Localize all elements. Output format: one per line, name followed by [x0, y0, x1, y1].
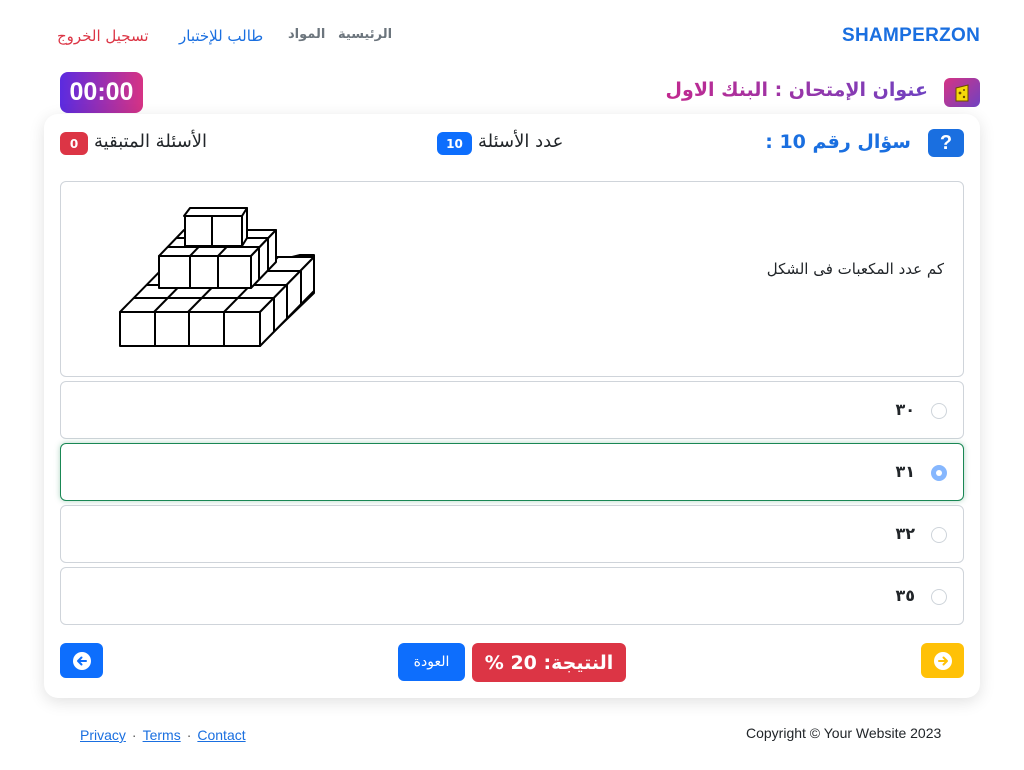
questions-count-label: عدد الأسئلة: [478, 131, 564, 152]
arrow-right-circle-icon: [933, 651, 952, 670]
answer-option-label: ٣٢: [895, 524, 915, 543]
brand-logo[interactable]: SHAMPERZON: [842, 25, 980, 47]
next-question-button[interactable]: [921, 643, 964, 678]
nav-link-subjects[interactable]: المواد: [288, 27, 325, 42]
answer-radio[interactable]: [931, 527, 947, 543]
remaining-count-badge: 0: [60, 132, 88, 155]
question-text: كم عدد المكعبات فى الشكل: [766, 260, 944, 278]
previous-question-button[interactable]: [60, 643, 103, 678]
logout-link[interactable]: تسجيل الخروج: [57, 27, 149, 45]
footer-separator: ·: [131, 727, 137, 743]
terms-link[interactable]: Terms: [143, 727, 181, 743]
cubes-pyramid-image: [119, 207, 315, 347]
footer-links: Privacy · Terms · Contact: [80, 727, 246, 743]
exam-timer: 00:00: [60, 72, 143, 113]
score-badge: النتيجة: 20 %: [472, 643, 626, 682]
answer-radio[interactable]: [931, 403, 947, 419]
exam-title: عنوان الإمتحان : البنك الاول: [665, 79, 928, 101]
nav-link-student[interactable]: طالب للإختبار: [179, 27, 263, 45]
answer-option-1[interactable]: ٣٠: [60, 381, 964, 439]
footer-separator: ·: [186, 727, 192, 743]
copyright-text: Copyright © Your Website 2023: [746, 725, 942, 741]
answer-option-label: ٣٥: [895, 586, 915, 605]
answer-option-label: ٣١: [895, 462, 915, 481]
exam-cheese-icon: [944, 78, 980, 107]
arrow-left-circle-icon: [72, 651, 91, 670]
questions-count-badge: 10: [437, 132, 472, 155]
privacy-link[interactable]: Privacy: [80, 727, 126, 743]
answer-radio[interactable]: [931, 589, 947, 605]
question-number: سؤال رقم 10 :: [765, 131, 911, 153]
answer-option-2[interactable]: ٣١: [60, 443, 964, 501]
answer-radio[interactable]: [931, 465, 947, 481]
answer-option-4[interactable]: ٣٥: [60, 567, 964, 625]
answer-option-label: ٣٠: [895, 400, 915, 419]
answer-option-3[interactable]: ٣٢: [60, 505, 964, 563]
back-button[interactable]: العودة: [398, 643, 465, 681]
remaining-label: الأسئلة المتبقية: [94, 131, 208, 152]
nav-link-home[interactable]: الرئيسية: [338, 27, 392, 42]
question-mark-icon: ?: [928, 129, 964, 157]
contact-link[interactable]: Contact: [197, 727, 245, 743]
